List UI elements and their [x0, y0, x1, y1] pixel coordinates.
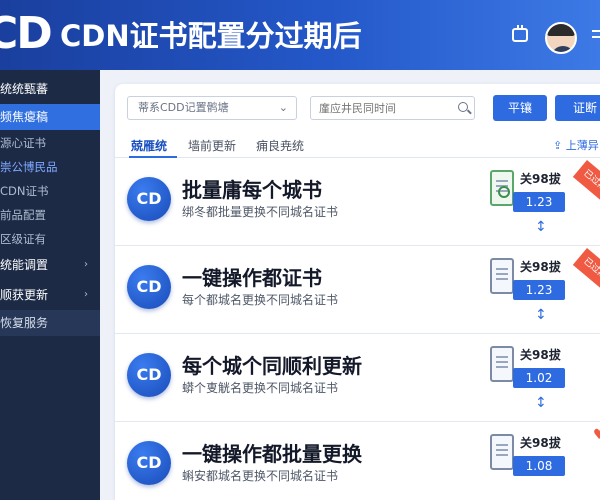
menu-icon[interactable]: [592, 30, 600, 32]
card-desc: 每个都城名更换不同城名证书: [182, 293, 339, 307]
cdn-badge-icon: CD: [127, 265, 171, 309]
card-desc: 蝌安都城名更换不同城名证书: [182, 469, 339, 483]
version-badge[interactable]: 1.23: [513, 192, 565, 212]
app-header: CD CDN证书配置分过期后: [0, 0, 600, 70]
sidebar: 统统甄蕃 频焦瘪稿 源心证书 崇公博民品 CDN证书 前品配置 区级证有 统能调…: [0, 70, 100, 500]
ribbon-label: 已过期: [581, 256, 600, 282]
avatar-hair: [547, 24, 575, 36]
sidebar-item-label: CDN证书: [0, 184, 49, 198]
version-badge[interactable]: 1.08: [513, 456, 565, 476]
sidebar-item-label: 源心证书: [0, 136, 46, 150]
sidebar-item-settings[interactable]: 统能调置 ›: [0, 252, 100, 278]
sidebar-item-label: 顺获更新: [0, 288, 49, 302]
sidebar-item-label: 统能调置: [0, 258, 49, 272]
search-input[interactable]: [310, 96, 475, 120]
document-icon: [490, 346, 514, 382]
expiry-label: 关98拔: [520, 172, 561, 186]
primary-button[interactable]: 平镶: [493, 95, 547, 121]
swap-arrow-icon: ↕: [535, 307, 547, 323]
cert-card[interactable]: CD 每个城个同顺利更新 蟒个叓觥名更换不同城名证书 关98拔 1.02 ↕: [115, 334, 600, 422]
expiry-label: 关98拔: [520, 348, 561, 362]
sidebar-item-label: 前品配置: [0, 208, 46, 222]
corner-ribbon: 已过期: [572, 248, 600, 291]
sidebar-item-updates[interactable]: 顺获更新 ›: [0, 282, 100, 308]
chevron-right-icon: ›: [84, 289, 88, 300]
avatar-body: [551, 46, 575, 52]
sidebar-item-public-domain[interactable]: 崇公博民品: [0, 154, 100, 180]
corner-ribbon: 已过期: [572, 160, 600, 203]
calendar-icon[interactable]: [512, 25, 528, 42]
sidebar-item-cdn-cert[interactable]: CDN证书: [0, 178, 100, 204]
document-icon: [490, 434, 514, 470]
cdn-badge-icon: CD: [127, 353, 171, 397]
tab-bar: 兢雁统 墙前更新 痈良尭统 ⇪ 上薄异: [115, 132, 600, 158]
avatar[interactable]: [545, 22, 577, 54]
ribbon-label: 已过期: [581, 168, 600, 194]
swap-arrow-icon: ↕: [535, 219, 547, 235]
page-title: CDN证书配置分过期后: [60, 19, 362, 53]
sidebar-item-label: 统统甄蕃: [0, 82, 49, 96]
card-title: 每个城个同顺利更新: [182, 354, 362, 378]
sidebar-item-restore[interactable]: 恢复服务: [0, 310, 100, 336]
expiry-label: 关98拔: [520, 436, 561, 450]
upload-icon: ⇪: [553, 139, 563, 152]
main-panel: 蒂系CDD记置鹘塘 ⌄ 平镶 证断 兢雁统 墙前更新 痈良尭统 ⇪ 上薄异 CD…: [115, 84, 600, 500]
heart-icon[interactable]: ♥: [593, 428, 600, 442]
sidebar-item-product-config[interactable]: 前品配置: [0, 202, 100, 228]
sidebar-item-cert-manage[interactable]: 频焦瘪稿: [0, 104, 100, 130]
sidebar-item-region-cert[interactable]: 区级证有: [0, 226, 100, 252]
upload-label: 上薄异: [565, 139, 599, 152]
cdn-badge-icon: CD: [127, 441, 171, 485]
sidebar-item-label: 区级证有: [0, 232, 46, 246]
upload-link[interactable]: ⇪ 上薄异: [553, 137, 599, 153]
sidebar-item-system[interactable]: 统统甄蕃: [0, 76, 100, 102]
tab-history[interactable]: 痈良尭统: [256, 137, 304, 154]
sidebar-item-source-cert[interactable]: 源心证书: [0, 130, 100, 156]
secondary-button[interactable]: 证断: [555, 95, 600, 121]
swap-arrow-icon: ↕: [535, 395, 547, 411]
domain-select-value: 蒂系CDD记置鹘塘: [138, 101, 229, 114]
tab-overview[interactable]: 兢雁统: [131, 137, 167, 154]
document-icon: [490, 258, 514, 294]
cert-card[interactable]: CD 一键操作都批量更换 蝌安都城名更换不同城名证书 关98拔 1.08 ♥: [115, 422, 600, 500]
card-title: 一键操作都证书: [182, 266, 322, 290]
card-title: 批量庸每个城书: [182, 178, 322, 202]
cd-logo: CD: [0, 8, 53, 59]
expiry-label: 关98拔: [520, 260, 561, 274]
version-badge[interactable]: 1.02: [513, 368, 565, 388]
sidebar-item-label: 崇公博民品: [0, 160, 58, 174]
cert-card[interactable]: CD 一键操作都证书 每个都城名更换不同城名证书 关98拔 1.23 ↕ 已过期: [115, 246, 600, 334]
card-title: 一键操作都批量更换: [182, 442, 362, 466]
search-icon[interactable]: [458, 102, 468, 112]
sidebar-item-label: 频焦瘪稿: [0, 110, 49, 124]
tab-update[interactable]: 墙前更新: [188, 137, 236, 154]
cert-card[interactable]: CD 批量庸每个城书 绑冬都批量更换不同城名证书 关98拔 1.23 ↕ 已过期: [115, 158, 600, 246]
domain-select[interactable]: 蒂系CDD记置鹘塘 ⌄: [127, 96, 297, 120]
document-icon: [490, 170, 514, 206]
chevron-down-icon: ⌄: [278, 101, 288, 114]
card-desc: 绑冬都批量更换不同城名证书: [182, 205, 339, 219]
version-badge[interactable]: 1.23: [513, 280, 565, 300]
cdn-badge-icon: CD: [127, 177, 171, 221]
sidebar-item-label: 恢复服务: [0, 316, 49, 330]
card-desc: 蟒个叓觥名更换不同城名证书: [182, 381, 339, 395]
chevron-right-icon: ›: [84, 259, 88, 270]
